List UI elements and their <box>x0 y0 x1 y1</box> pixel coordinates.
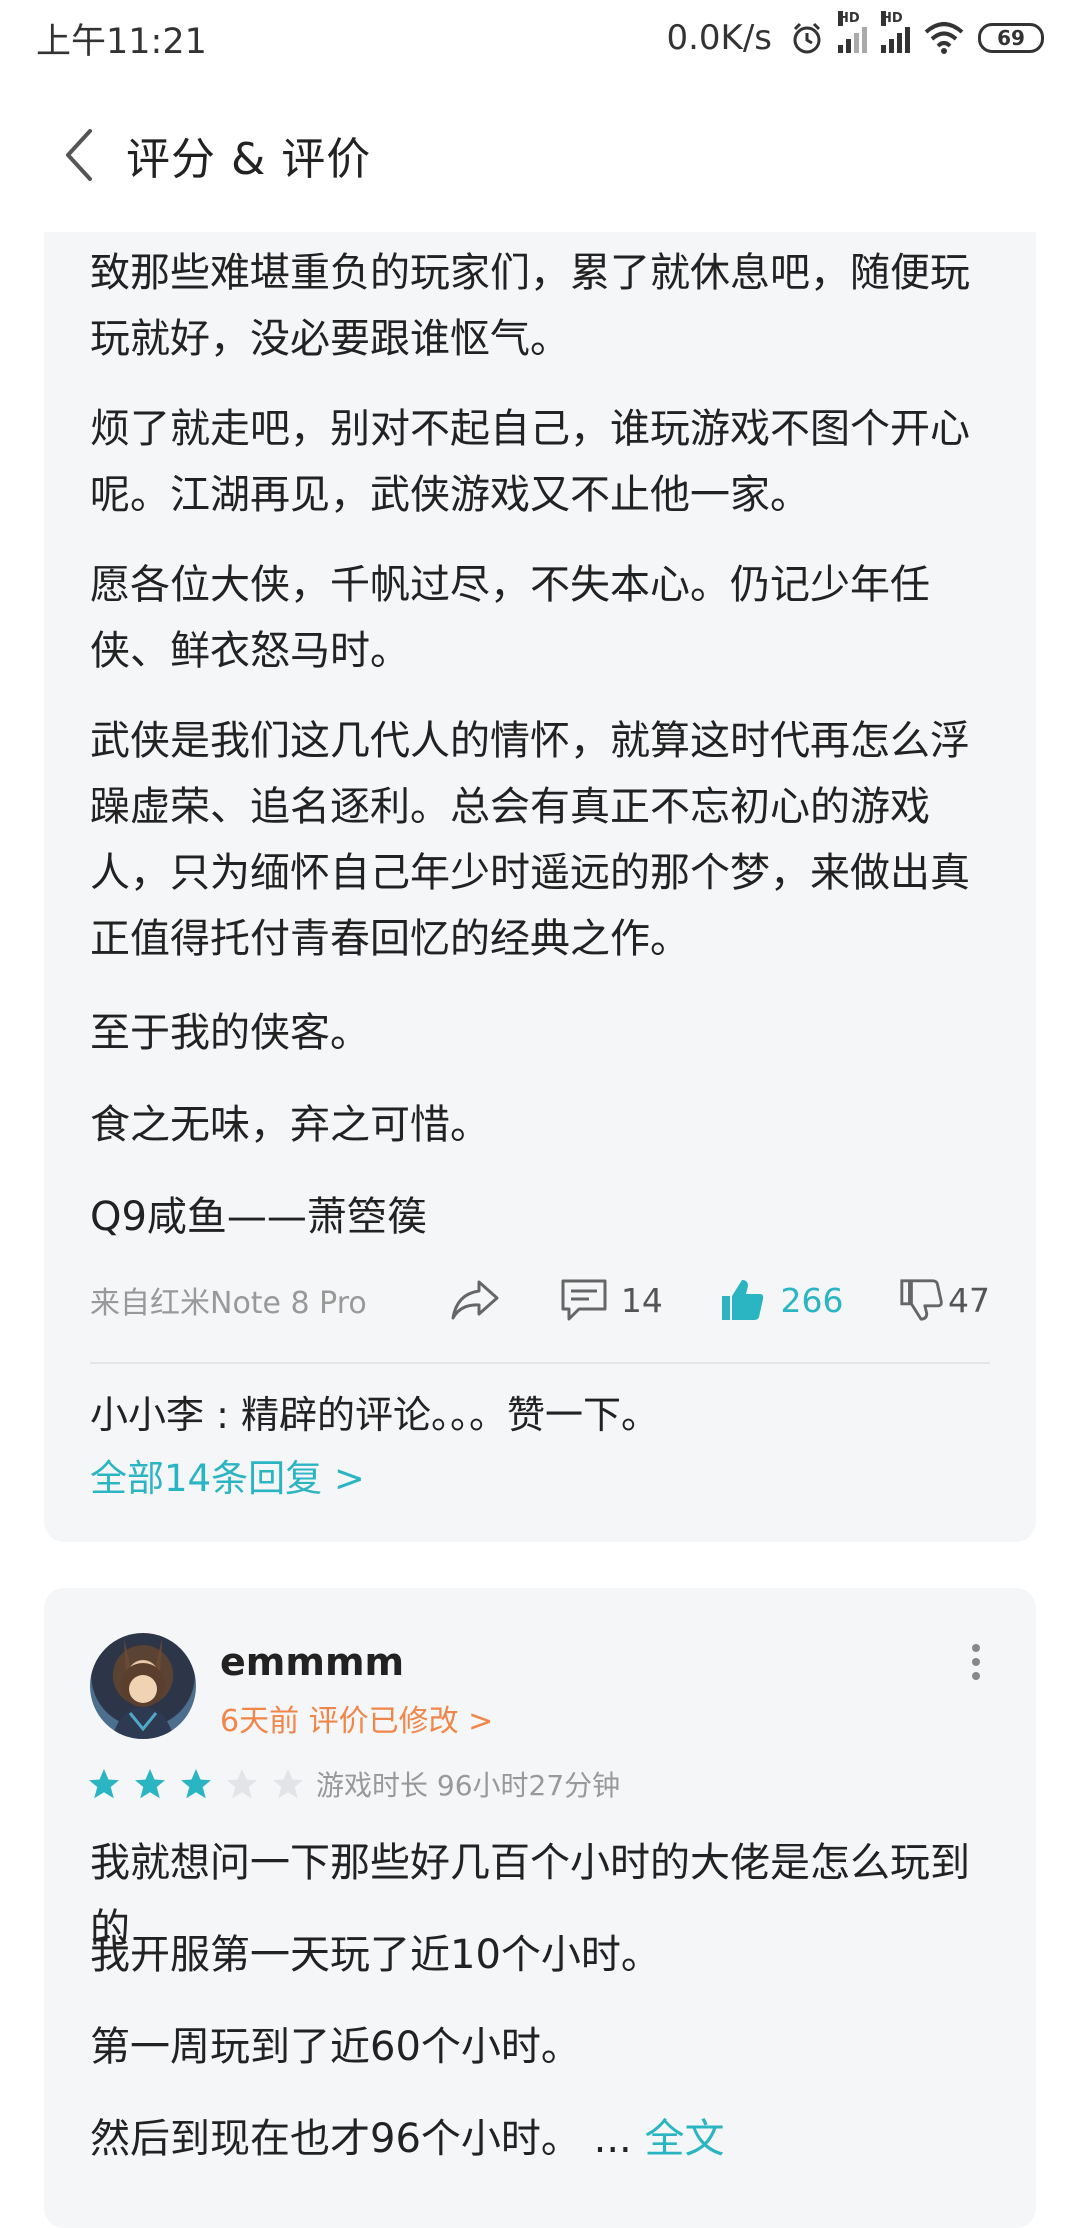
like-button[interactable]: 266 <box>718 1276 898 1324</box>
star-empty-icon <box>227 1769 257 1799</box>
wifi-icon <box>924 22 964 54</box>
avatar-illustration <box>112 1639 174 1739</box>
review-paragraph: 第一周玩到了近60个小时。 <box>90 2024 581 2070</box>
battery-icon: 69 <box>978 23 1044 53</box>
full-text-link[interactable]: 全文 <box>644 2116 724 2162</box>
thumbs-down-icon <box>900 1279 943 1321</box>
signal-icon-2: HD <box>881 11 910 53</box>
review-signature: Q9咸鱼——萧箜篌 <box>90 1194 427 1240</box>
star-empty-icon <box>273 1769 303 1799</box>
star-filled-icon <box>181 1769 211 1799</box>
username[interactable]: emmmm <box>220 1640 404 1684</box>
review-paragraph: 愿各位大侠，千帆过尽，不失本心。仍记少年任侠、鲜衣怒马时。 <box>90 562 930 674</box>
review-last-line: 然后到现在也才96个小时。 ... 全文 <box>90 2106 1000 2172</box>
device-label: 来自红米Note 8 Pro <box>90 1286 367 1321</box>
top-reply[interactable]: 小小李 : 精辟的评论。。。赞一下。 <box>90 1384 659 1439</box>
review-truncated-text: 然后到现在也才96个小时。 ... <box>90 2116 632 2162</box>
star-filled-icon <box>135 1769 165 1799</box>
divider <box>90 1362 990 1364</box>
review-paragraph: 武侠是我们这几代人的情怀，就算这时代再怎么浮躁虚荣、追名逐利。总会有真正不忘初心… <box>90 718 970 962</box>
top-app-bar: 评分 & 评价 <box>0 110 1080 200</box>
dislike-count: 47 <box>948 1280 991 1320</box>
review-paragraph: 烦了就走吧，别对不起自己，谁玩游戏不图个开心呢。江湖再见，武侠游戏又不止他一家。 <box>90 406 970 518</box>
back-arrow-icon[interactable] <box>60 125 100 185</box>
avatar[interactable] <box>90 1633 196 1739</box>
dislike-button[interactable]: 47 <box>898 1277 990 1323</box>
review-time-edited[interactable]: 6天前 评价已修改 > <box>220 1696 493 1740</box>
status-bar: 上午11:21 0.0K/s HD HD 69 <box>0 0 1080 76</box>
signal-icon-1: HD <box>838 11 867 53</box>
comment-count: 14 <box>620 1280 663 1320</box>
status-icons: 0.0K/s HD HD 69 <box>666 11 1044 58</box>
share-icon <box>451 1280 499 1320</box>
comment-button[interactable]: 14 <box>559 1277 719 1323</box>
all-replies-link[interactable]: 全部14条回复 > <box>90 1448 365 1502</box>
review-paragraph: 致那些难堪重负的玩家们，累了就休息吧，随便玩玩就好，没必要跟谁怄气。 <box>90 250 970 362</box>
comment-icon <box>561 1279 607 1321</box>
page-title: 评分 & 评价 <box>126 134 372 185</box>
review-paragraph: 我开服第一天玩了近10个小时。 <box>90 1932 661 1978</box>
status-time: 上午11:21 <box>36 21 207 62</box>
battery-level: 69 <box>997 26 1025 50</box>
rating-stars <box>86 1766 306 1802</box>
thumbs-up-icon <box>722 1280 764 1320</box>
more-options-icon[interactable] <box>966 1642 986 1682</box>
network-speed: 0.0K/s <box>666 18 772 58</box>
star-filled-icon <box>89 1769 119 1799</box>
review-actions: 来自红米Note 8 Pro 14 266 47 <box>90 1270 990 1330</box>
review-paragraph: 至于我的侠客。 <box>90 1010 370 1056</box>
playtime: 游戏时长 96小时27分钟 <box>316 1769 621 1802</box>
alarm-icon <box>793 22 821 54</box>
like-count: 266 <box>780 1280 844 1320</box>
review-paragraph: 食之无味，弃之可惜。 <box>90 1102 490 1148</box>
share-button[interactable] <box>449 1278 559 1322</box>
